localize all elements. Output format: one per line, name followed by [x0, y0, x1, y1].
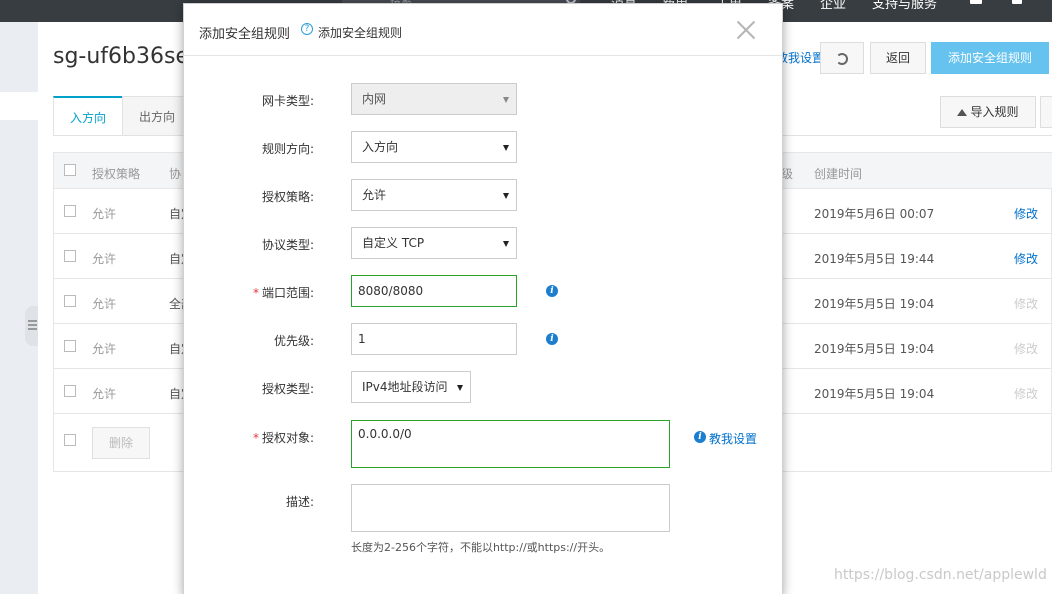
description-textarea[interactable]: [351, 484, 670, 532]
dialog-title: 添加安全组规则: [199, 27, 291, 42]
required-marker: *: [252, 286, 259, 300]
chevron-down-icon: [503, 193, 509, 199]
auth-type-label: 授权类型:: [261, 382, 314, 396]
priority-input[interactable]: 1: [351, 323, 517, 355]
info-icon[interactable]: i: [546, 285, 558, 297]
description-label: 描述:: [285, 495, 314, 509]
protocol-label: 协议类型:: [261, 238, 314, 252]
dialog-teach-me-link[interactable]: 教我设置: [709, 430, 757, 447]
chevron-down-icon: [503, 145, 509, 151]
direction-select[interactable]: 入方向: [351, 131, 517, 163]
auth-type-select[interactable]: IPv4地址段访问: [351, 371, 471, 403]
nic-type-label: 网卡类型:: [261, 94, 314, 108]
nic-type-select: 内网: [351, 83, 517, 115]
description-hint: 长度为2-256个字符，不能以http://或https://开头。: [351, 541, 611, 554]
add-rule-dialog: 添加安全组规则 ? 添加安全组规则 网卡类型: 内网 规则方向: 入方向 授权策…: [183, 3, 783, 594]
direction-label: 规则方向:: [261, 142, 314, 156]
chevron-down-icon: [503, 241, 509, 247]
port-range-input[interactable]: 8080/8080: [351, 275, 517, 307]
auth-object-textarea[interactable]: 0.0.0.0/0: [351, 420, 670, 468]
dialog-help-link[interactable]: 添加安全组规则: [318, 24, 402, 41]
required-marker: *: [252, 431, 259, 445]
help-icon[interactable]: ?: [301, 23, 313, 35]
priority-label: 优先级:: [273, 334, 314, 348]
port-range-label: * 端口范围:: [252, 286, 314, 300]
chevron-down-icon: [503, 97, 509, 103]
dialog-header: 添加安全组规则 ? 添加安全组规则: [184, 4, 782, 56]
close-icon[interactable]: [736, 20, 756, 40]
protocol-select[interactable]: 自定义 TCP: [351, 227, 517, 259]
info-icon[interactable]: i: [546, 333, 558, 345]
auth-object-label: * 授权对象:: [252, 431, 314, 445]
policy-label: 授权策略:: [261, 190, 314, 204]
policy-select[interactable]: 允许: [351, 179, 517, 211]
info-icon: i: [694, 431, 706, 443]
chevron-down-icon: [457, 385, 463, 391]
